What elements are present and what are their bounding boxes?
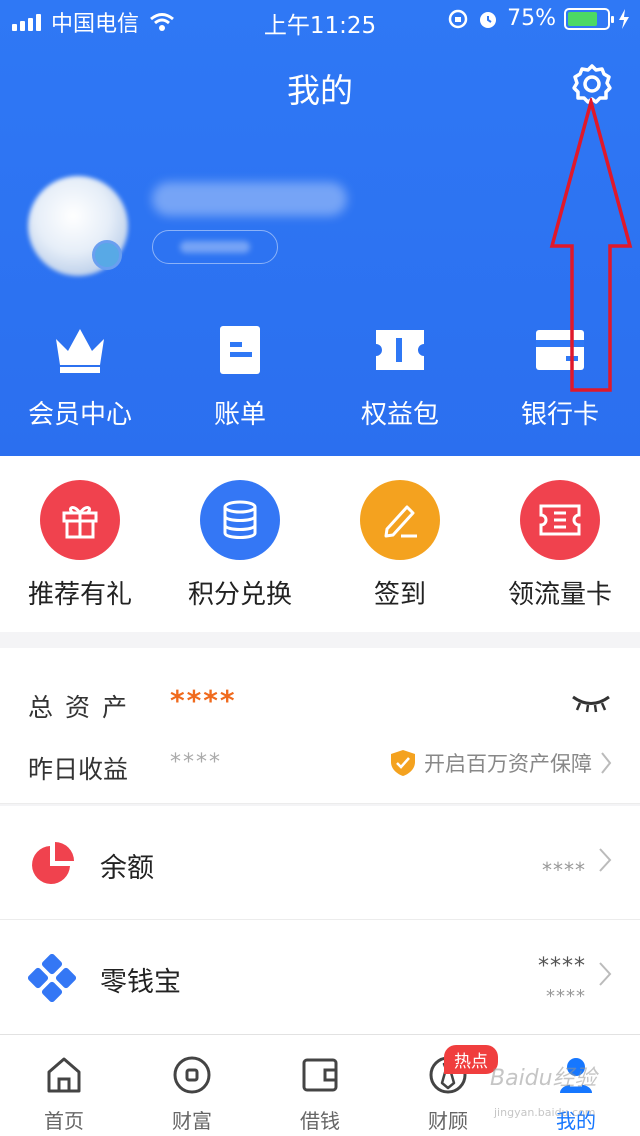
rotation-lock-icon — [448, 9, 468, 28]
chevron-right-icon — [599, 848, 612, 872]
clover-icon — [28, 954, 76, 1002]
coins-icon — [223, 500, 257, 539]
service-icon-circle — [520, 480, 600, 560]
status-bar: 中国电信 上午11:25 75% — [0, 0, 640, 40]
yesterday-income-label: 昨日收益 — [28, 755, 129, 784]
list-item-balance[interactable]: 余额 **** — [0, 806, 640, 920]
list-item-value: **** — [542, 858, 586, 882]
shield-check-icon — [391, 750, 415, 776]
asset-protection-text: 开启百万资产保障 — [424, 752, 592, 776]
chevron-right-icon — [601, 752, 612, 774]
list-item-label: 余额 — [100, 853, 154, 884]
card-icon — [536, 330, 584, 370]
user-name-blurred — [152, 182, 347, 216]
settings-button[interactable] — [568, 60, 616, 108]
service-icon-circle — [200, 480, 280, 560]
coin-icon — [173, 1056, 211, 1094]
battery-icon — [564, 7, 614, 30]
chevron-right-icon — [599, 962, 612, 986]
baidu-watermark: Baidu经验 — [490, 1066, 597, 1091]
service-check-in[interactable]: 签到 — [320, 456, 480, 632]
asset-protection-link[interactable]: 开启百万资产保障 — [390, 748, 612, 778]
tab-borrow[interactable]: 借钱 — [256, 1035, 384, 1136]
service-label: 积分兑换 — [187, 580, 292, 610]
charging-icon — [619, 8, 629, 29]
tab-label: 财顾 — [428, 1109, 468, 1133]
quick-link-bank-card[interactable]: 银行卡 — [480, 322, 640, 432]
list-item-yuebao[interactable]: 零钱宝 **** **** — [0, 920, 640, 1034]
service-label: 推荐有礼 — [27, 580, 132, 610]
battery-percent: 75% — [507, 6, 556, 31]
tab-label: 借钱 — [300, 1109, 340, 1133]
service-label: 签到 — [373, 580, 426, 610]
page-title: 我的 — [287, 71, 353, 110]
alarm-icon — [480, 11, 497, 28]
list-item-value: **** — [538, 954, 586, 979]
service-shortcuts: 推荐有礼 积分兑换 签到 领流量卡 — [0, 456, 640, 632]
quick-link-label: 会员中心 — [27, 400, 132, 430]
wallet-icon — [302, 1058, 338, 1092]
total-assets-value: **** — [170, 684, 237, 717]
bill-icon — [220, 326, 260, 374]
service-label: 领流量卡 — [507, 580, 612, 610]
quick-links: 会员中心 账单 权益包 银行卡 — [0, 322, 640, 432]
service-icon-circle — [360, 480, 440, 560]
asset-summary[interactable]: 总资产 **** 昨日收益 **** 开启百万资产保障 — [0, 648, 640, 804]
pen-icon — [384, 505, 417, 538]
quick-link-benefits[interactable]: 权益包 — [320, 322, 480, 432]
quick-link-member-center[interactable]: 会员中心 — [0, 322, 160, 432]
tab-home[interactable]: 首页 — [0, 1035, 128, 1136]
home-icon — [47, 1057, 81, 1093]
pie-icon — [32, 842, 74, 884]
gear-icon — [572, 64, 612, 104]
ticket-icon — [539, 504, 581, 536]
list-item-label: 零钱宝 — [100, 967, 181, 998]
user-level-tag[interactable] — [152, 230, 278, 264]
avatar-badge — [92, 240, 122, 270]
quick-link-label: 账单 — [213, 400, 266, 430]
list-item-sub-value: **** — [546, 986, 586, 1007]
quick-link-label: 银行卡 — [520, 400, 599, 430]
hide-amount-button[interactable] — [570, 692, 612, 718]
gift-icon — [62, 506, 98, 539]
ticket-icon — [376, 330, 424, 370]
quick-link-bill[interactable]: 账单 — [160, 322, 320, 432]
baidu-watermark-url: jingyan.baidu.com — [494, 1106, 596, 1119]
eye-closed-icon — [572, 695, 610, 713]
service-points-exchange[interactable]: 积分兑换 — [160, 456, 320, 632]
service-icon-circle — [40, 480, 120, 560]
quick-link-label: 权益包 — [360, 400, 439, 430]
profile-header: 中国电信 上午11:25 75% 我的 会员中心 账单 权益包 银行卡 — [0, 0, 640, 456]
tab-label: 首页 — [44, 1109, 84, 1133]
service-referral[interactable]: 推荐有礼 — [0, 456, 160, 632]
crown-icon — [56, 329, 104, 373]
total-assets-label: 总资产 — [28, 693, 140, 722]
tab-wealth[interactable]: 财富 — [128, 1035, 256, 1136]
service-data-card[interactable]: 领流量卡 — [480, 456, 640, 632]
yesterday-income-value: **** — [170, 750, 222, 775]
tab-label: 财富 — [172, 1109, 212, 1133]
